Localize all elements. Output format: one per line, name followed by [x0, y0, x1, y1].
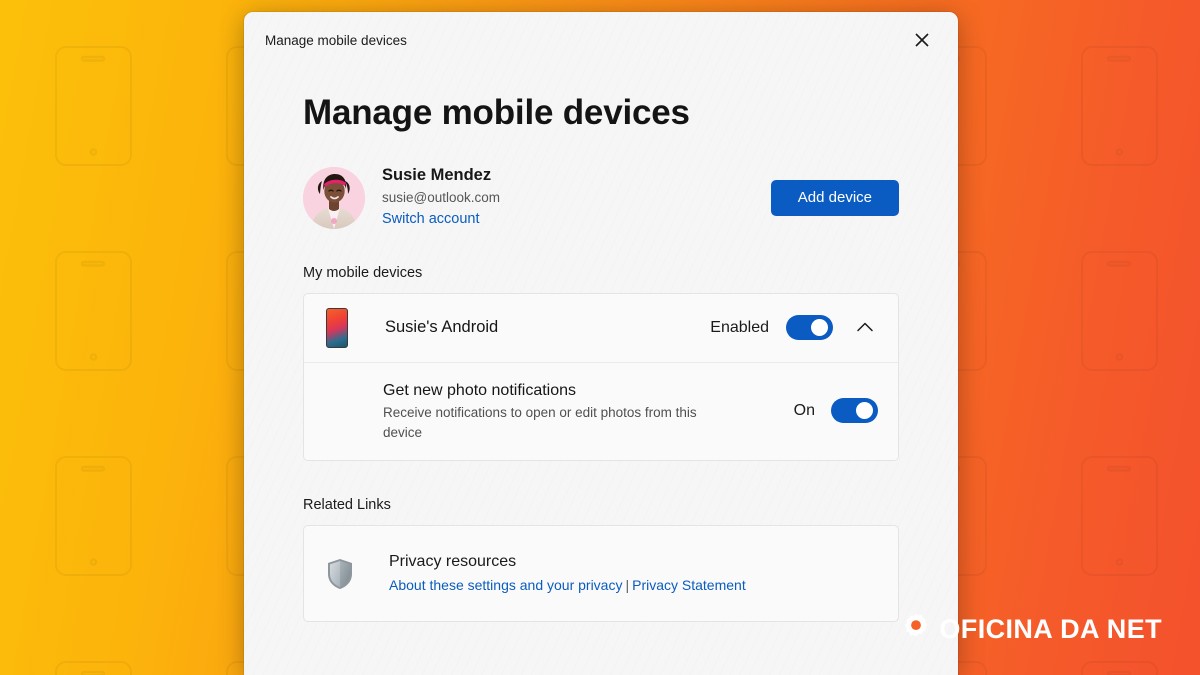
related-links-heading: Related Links [303, 497, 391, 514]
account-row: Susie Mendez susie@outlook.com Switch ac… [303, 165, 899, 229]
account-email: susie@outlook.com [382, 189, 501, 205]
screenshot-stage: OFICINA DA NET Manage mobile devices Man… [0, 0, 1200, 675]
device-card: Susie's Android Enabled Get new photo no… [303, 292, 899, 462]
phone-thumbnail-icon [326, 307, 348, 348]
device-expand-toggle[interactable] [852, 315, 878, 341]
about-settings-privacy-link[interactable]: About these settings and your privacy [389, 577, 622, 593]
account-info: Susie Mendez susie@outlook.com Switch ac… [382, 165, 771, 229]
toggle-knob [811, 319, 828, 336]
my-mobile-devices-heading: My mobile devices [303, 264, 423, 281]
device-row[interactable]: Susie's Android Enabled [304, 294, 898, 362]
dialog-content: Manage mobile devices Susie Mendez susie… [244, 93, 958, 622]
device-name: Susie's Android [385, 318, 499, 336]
watermark: OFICINA DA NET [901, 612, 1162, 647]
photo-notifications-toggle[interactable] [831, 398, 878, 424]
photo-notifications-row: Get new photo notifications Receive noti… [304, 361, 898, 461]
account-name: Susie Mendez [382, 166, 492, 185]
chevron-up-icon [857, 320, 873, 335]
photo-notifications-texts: Get new photo notifications Receive noti… [326, 380, 794, 443]
privacy-resources-card: Privacy resources About these settings a… [303, 525, 899, 622]
shield-icon [326, 558, 354, 590]
device-enabled-toggle[interactable] [786, 315, 833, 340]
switch-account-link[interactable]: Switch account [382, 209, 480, 229]
watermark-text: OFICINA DA NET [939, 614, 1162, 644]
gear-icon [901, 612, 931, 647]
page-title: Manage mobile devices [303, 93, 690, 132]
titlebar-title: Manage mobile devices [265, 33, 407, 49]
photo-notifications-title: Get new photo notifications [383, 381, 577, 399]
privacy-resources-title: Privacy resources [389, 553, 517, 571]
add-device-button[interactable]: Add device [770, 179, 899, 216]
device-state-label: Enabled [710, 318, 769, 336]
photo-notifications-description: Receive notifications to open or edit ph… [383, 405, 697, 440]
privacy-resources-row: Privacy resources About these settings a… [304, 526, 898, 621]
privacy-statement-link[interactable]: Privacy Statement [632, 577, 746, 593]
avatar [303, 166, 365, 229]
privacy-resources-links: About these settings and your privacy | Pr… [389, 575, 746, 596]
link-separator: | [625, 576, 630, 593]
dialog-titlebar: Manage mobile devices [244, 12, 958, 60]
manage-mobile-devices-dialog: Manage mobile devices Manage mobile devi… [244, 12, 958, 675]
close-icon [914, 33, 929, 47]
privacy-resources-texts: Privacy resources About these settings a… [389, 551, 746, 596]
photo-notifications-state-label: On [793, 401, 815, 419]
close-button[interactable] [899, 24, 944, 56]
toggle-knob [856, 402, 873, 420]
